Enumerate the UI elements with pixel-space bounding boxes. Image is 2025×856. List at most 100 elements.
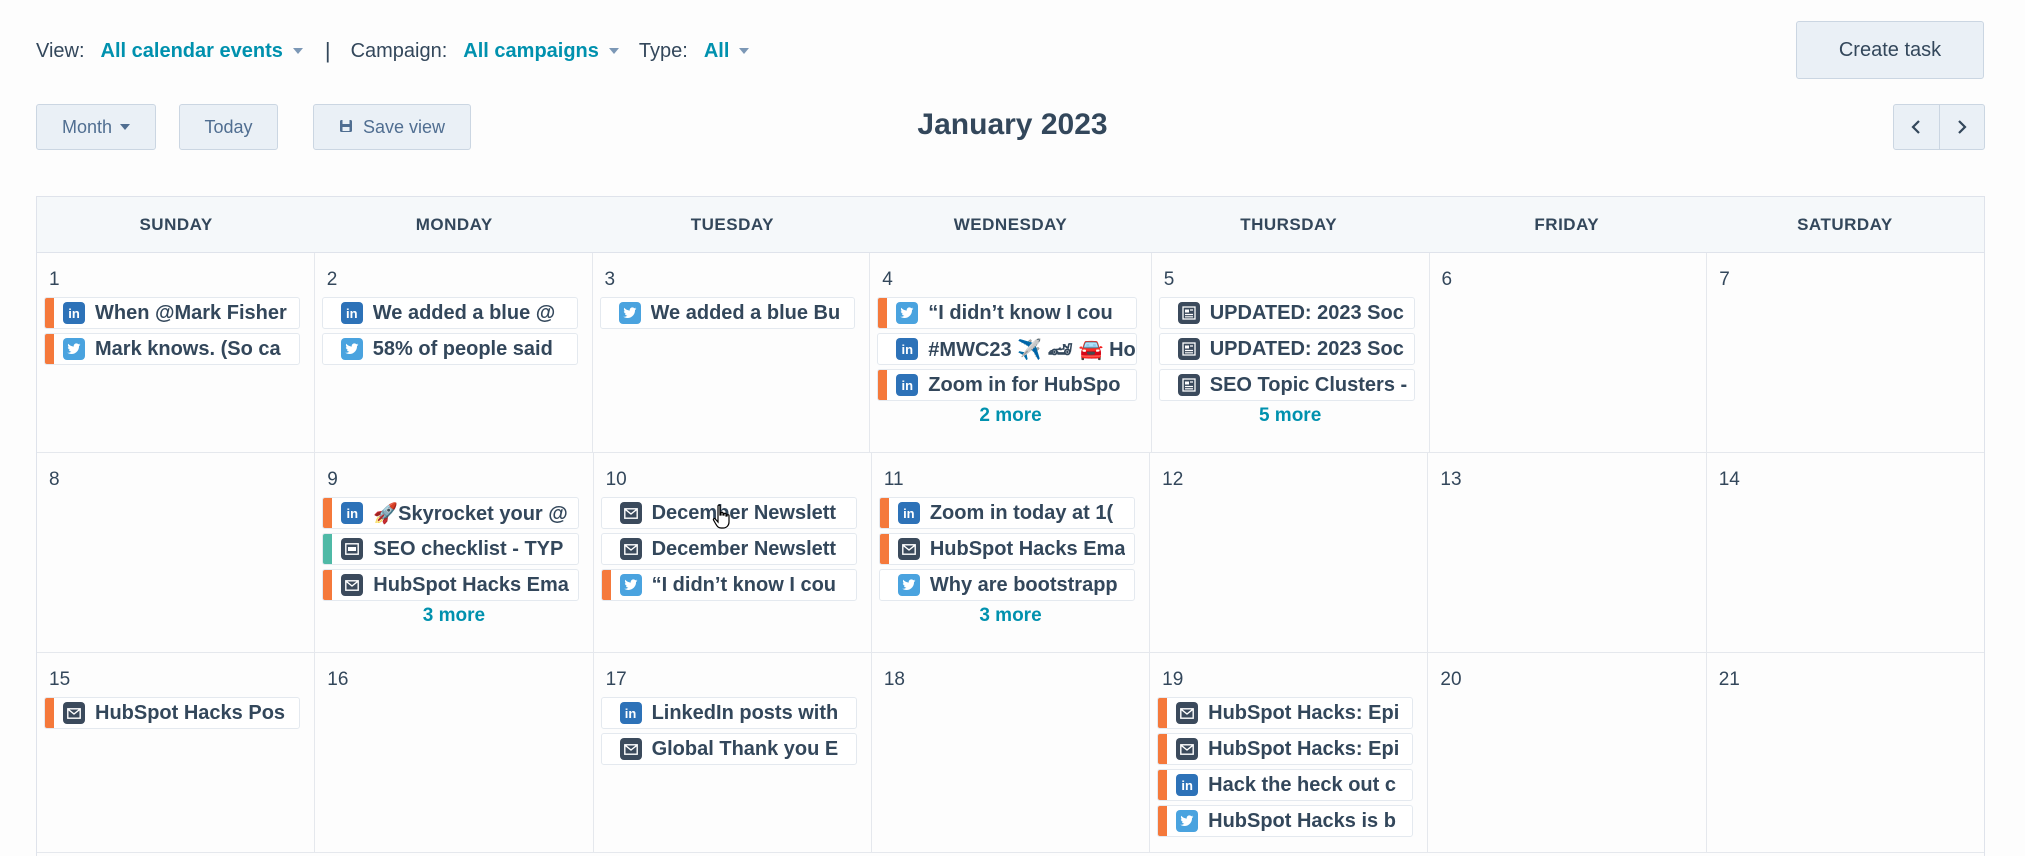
calendar-day-cell[interactable]: 7 bbox=[1707, 253, 1984, 452]
calendar-day-cell[interactable]: 16 bbox=[315, 653, 594, 852]
hand-cursor-icon bbox=[712, 504, 730, 529]
calendar-event[interactable]: in #MWC23 ✈️ 🏎 🚘 Ho bbox=[877, 333, 1137, 365]
calendar-day-cell[interactable]: 12 bbox=[1150, 453, 1429, 652]
calendar-event[interactable]: UPDATED: 2023 Soc bbox=[1158, 333, 1415, 365]
calendar-event[interactable]: 58% of people said bbox=[321, 333, 578, 365]
calendar-event[interactable]: Global Thank you E bbox=[600, 733, 857, 765]
campaign-dropdown[interactable]: All campaigns bbox=[463, 40, 639, 63]
calendar-event[interactable]: in We added a blue @ bbox=[321, 297, 578, 329]
calendar-week: 8 9 in 🚀Skyrocket your @ SEO checklist - TYP… bbox=[37, 453, 1984, 653]
calendar-event[interactable]: HubSpot Hacks: Epi bbox=[1157, 697, 1414, 729]
day-number: 17 bbox=[605, 669, 627, 690]
more-events-link[interactable]: 2 more bbox=[870, 405, 1150, 427]
twitter-icon bbox=[619, 574, 642, 596]
calendar-day-cell[interactable]: 6 bbox=[1430, 253, 1708, 452]
calendar-day-cell[interactable]: 10 December Newslett December Newslett “I d… bbox=[594, 453, 872, 652]
event-title: Zoom in today at 1( bbox=[929, 501, 1114, 524]
day-events: “I didn’t know I cou in #MWC23 ✈️ 🏎 🚘 Ho in… bbox=[870, 297, 1150, 401]
calendar-event[interactable]: HubSpot Hacks Pos bbox=[44, 697, 301, 729]
day-events: We added a blue Bu bbox=[593, 297, 870, 329]
month-navigation bbox=[1893, 104, 1985, 150]
day-number: 3 bbox=[604, 269, 616, 290]
twitter-icon bbox=[63, 338, 85, 360]
calendar-day-cell[interactable]: 14 bbox=[1707, 453, 1984, 652]
day-number: 4 bbox=[882, 269, 893, 290]
calendar-event[interactable]: HubSpot Hacks is b bbox=[1157, 805, 1414, 837]
day-events: in Zoom in today at 1( HubSpot Hacks Ema Wh… bbox=[872, 497, 1149, 601]
calendar-day-cell[interactable]: 13 bbox=[1428, 453, 1707, 652]
more-events-link[interactable]: 3 more bbox=[872, 605, 1149, 627]
day-number: 12 bbox=[1162, 469, 1184, 490]
calendar-day-cell[interactable]: 3 We added a blue Bu bbox=[593, 253, 871, 452]
linkedin-icon: in bbox=[340, 302, 363, 324]
more-events-link[interactable]: 5 more bbox=[1152, 405, 1429, 427]
previous-month-button[interactable] bbox=[1894, 105, 1939, 149]
calendar-event[interactable]: in When @Mark Fisher bbox=[44, 297, 300, 329]
weekday-monday: MONDAY bbox=[415, 214, 493, 234]
weekday-header: SUNDAY MONDAY TUESDAY WEDNESDAY THURSDAY… bbox=[37, 197, 1984, 253]
calendar-event[interactable]: in Hack the heck out c bbox=[1157, 769, 1414, 801]
event-title: December Newslett bbox=[651, 501, 837, 524]
calendar-event[interactable]: SEO Topic Clusters - bbox=[1158, 369, 1415, 401]
calendar-event[interactable]: in Zoom in for HubSpo bbox=[877, 369, 1137, 401]
calendar-day-cell[interactable]: 21 bbox=[1707, 653, 1984, 852]
calendar-day-cell[interactable]: 17 in LinkedIn posts with Global Thank you … bbox=[594, 653, 872, 852]
twitter-icon bbox=[1176, 810, 1199, 832]
calendar-grid: SUNDAY MONDAY TUESDAY WEDNESDAY THURSDAY… bbox=[36, 196, 1985, 856]
calendar-day-cell[interactable]: 5 UPDATED: 2023 Soc UPDATED: 2023 Soc SEO T… bbox=[1152, 253, 1430, 452]
calendar-event[interactable]: “I didn’t know I cou bbox=[600, 569, 857, 601]
day-number: 7 bbox=[1719, 269, 1730, 290]
type-dropdown[interactable]: All bbox=[704, 40, 770, 63]
calendar-event[interactable]: in Zoom in today at 1( bbox=[878, 497, 1136, 529]
day-number: 5 bbox=[1163, 269, 1175, 290]
next-month-button[interactable] bbox=[1938, 105, 1985, 149]
event-title: UPDATED: 2023 Soc bbox=[1209, 301, 1404, 324]
weekday-wednesday: WEDNESDAY bbox=[953, 214, 1068, 234]
event-title: We added a blue @ bbox=[372, 301, 556, 324]
create-task-button[interactable]: Create task bbox=[1796, 21, 1984, 79]
event-title: SEO Topic Clusters - bbox=[1209, 373, 1408, 396]
calendar-day-cell[interactable]: 11 in Zoom in today at 1(HubSpot Hacks Ema… bbox=[872, 453, 1151, 652]
event-title: Why are bootstrapp bbox=[929, 573, 1118, 596]
calendar-event[interactable]: in 🚀Skyrocket your @ bbox=[322, 497, 579, 529]
event-title: Hack the heck out c bbox=[1208, 773, 1396, 796]
weekday-sunday: SUNDAY bbox=[139, 214, 213, 234]
calendar-day-cell[interactable]: 1 in When @Mark Fisher Mark knows. (So ca bbox=[37, 253, 315, 452]
calendar-event[interactable]: UPDATED: 2023 Soc bbox=[1158, 297, 1415, 329]
calendar-event[interactable]: “I didn’t know I cou bbox=[877, 297, 1137, 329]
day-number: 2 bbox=[326, 269, 338, 290]
calendar-day-cell[interactable]: 4 “I didn’t know I cou in #MWC23 ✈️ 🏎 🚘 Ho i… bbox=[870, 253, 1152, 452]
calendar-event[interactable]: in LinkedIn posts with bbox=[600, 697, 857, 729]
calendar-event[interactable]: We added a blue Bu bbox=[599, 297, 856, 329]
calendar-day-cell[interactable]: 20 bbox=[1428, 653, 1707, 852]
calendar-event[interactable]: HubSpot Hacks: Epi bbox=[1157, 733, 1414, 765]
day-events: HubSpot Hacks: Epi HubSpot Hacks: Epi in Ha… bbox=[1150, 697, 1427, 837]
day-number: 15 bbox=[49, 669, 71, 690]
calendar-event[interactable]: SEO checklist - TYP bbox=[322, 533, 579, 565]
calendar-day-cell[interactable]: 15 HubSpot Hacks Pos bbox=[37, 653, 316, 852]
calendar-day-cell[interactable]: 19 HubSpot Hacks: Epi HubSpot Hacks: Epi in… bbox=[1150, 653, 1429, 852]
day-number: 6 bbox=[1441, 269, 1453, 290]
document-icon bbox=[1177, 302, 1200, 324]
linkedin-icon: in bbox=[341, 502, 364, 524]
calendar-event[interactable]: December Newslett bbox=[600, 533, 857, 565]
email-icon bbox=[619, 502, 642, 524]
calendar-event[interactable]: Mark knows. (So ca bbox=[44, 333, 300, 365]
event-title: SEO checklist - TYP bbox=[373, 537, 564, 560]
view-dropdown[interactable]: All calendar events bbox=[101, 40, 323, 63]
day-number: 10 bbox=[605, 469, 627, 490]
calendar-day-cell[interactable]: 9 in 🚀Skyrocket your @ SEO checklist - TYP H… bbox=[315, 453, 594, 652]
linkedin-icon: in bbox=[619, 702, 642, 724]
calendar-day-cell[interactable]: 8 bbox=[37, 453, 316, 652]
email-icon bbox=[897, 538, 920, 560]
calendar-event[interactable]: Why are bootstrapp bbox=[878, 569, 1136, 601]
event-title: UPDATED: 2023 Soc bbox=[1209, 337, 1404, 360]
calendar-event[interactable]: HubSpot Hacks Ema bbox=[878, 533, 1136, 565]
calendar-day-cell[interactable]: 2 in We added a blue @ 58% of people said bbox=[315, 253, 593, 452]
event-title: HubSpot Hacks Ema bbox=[929, 537, 1126, 560]
calendar-event[interactable]: HubSpot Hacks Ema bbox=[322, 569, 579, 601]
day-number: 16 bbox=[327, 669, 349, 690]
calendar-day-cell[interactable]: 18 bbox=[872, 653, 1151, 852]
more-events-link[interactable]: 3 more bbox=[315, 605, 592, 627]
calendar-weeks: 1 in When @Mark Fisher Mark knows. (So ca 2 i… bbox=[37, 253, 1984, 853]
